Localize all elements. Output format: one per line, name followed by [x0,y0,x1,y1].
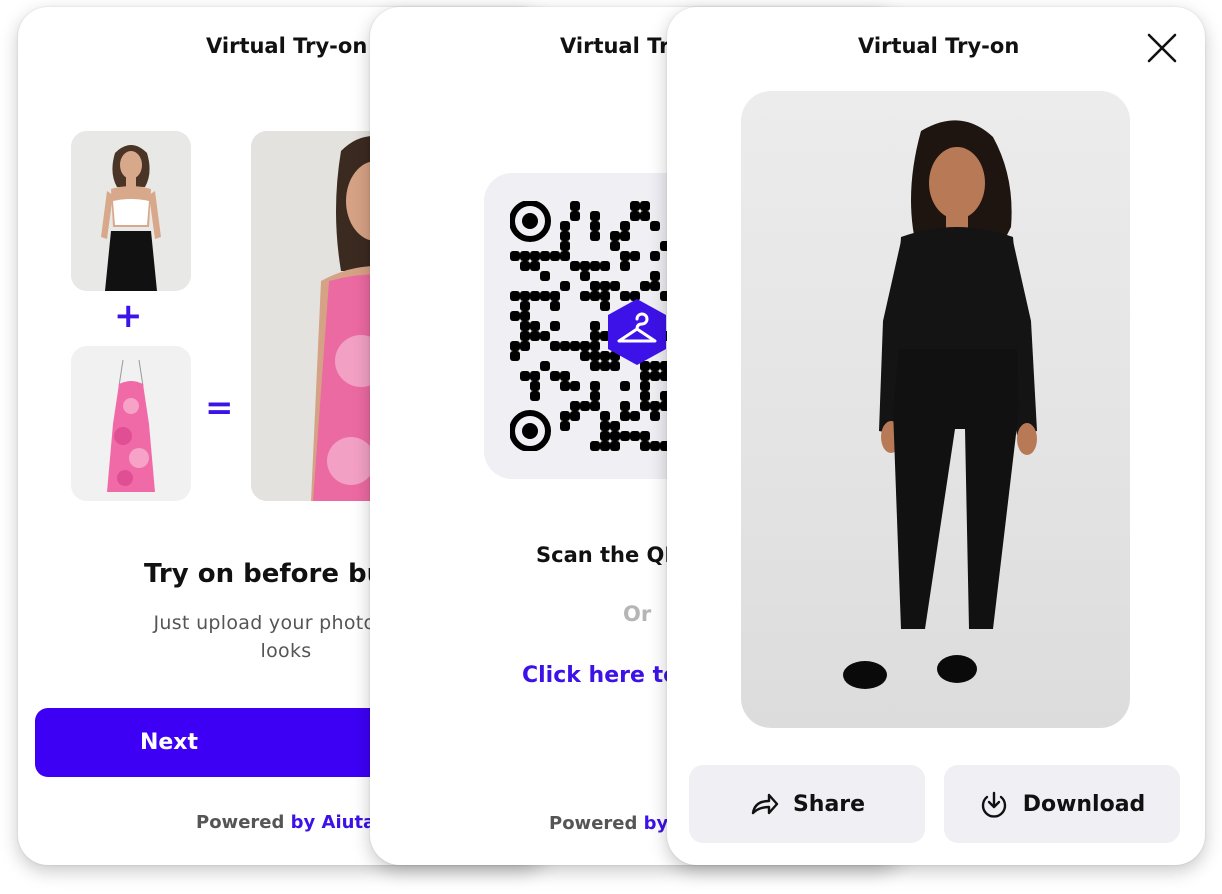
plus-icon: + [114,296,143,336]
powered-brand-link[interactable]: by [644,813,669,834]
woman-in-black-outfit-illustration [843,120,1037,689]
or-separator: Or [623,602,652,626]
download-button[interactable]: Download [944,765,1180,843]
scan-qr-text: Scan the QR [536,543,681,567]
user-photo-thumbnail[interactable] [71,131,191,291]
intro-heading: Try on before buy [144,559,403,589]
share-label: Share [792,791,866,817]
garment-thumbnail[interactable] [71,346,191,501]
result-title: Virtual Try-on [858,34,1020,58]
powered-prefix: Powered [196,812,285,833]
qr-title: Virtual Tr [560,34,670,58]
try-on-result-image [741,91,1130,728]
person-illustration [71,131,191,291]
next-button-label: Next [139,730,199,755]
close-icon[interactable] [1145,31,1179,65]
powered-brand-link[interactable]: by Aiuta [291,812,376,833]
stage: Virtual Try-on + = Try on before buy Jus… [0,0,1222,894]
intro-title: Virtual Try-on [206,34,368,58]
equals-icon: = [205,388,234,428]
powered-by: Powered by [549,813,668,834]
pink-dress-illustration [71,346,191,501]
share-button[interactable]: Share [689,765,925,843]
click-here-link[interactable]: Click here to [522,663,678,688]
download-label: Download [1022,791,1146,817]
hanger-icon [608,299,666,365]
download-icon [981,791,1006,818]
result-card: Virtual Try-on Share Download [667,7,1205,865]
powered-prefix: Powered [549,813,638,834]
share-icon [751,793,779,815]
powered-by: Powered by Aiuta [196,812,375,833]
